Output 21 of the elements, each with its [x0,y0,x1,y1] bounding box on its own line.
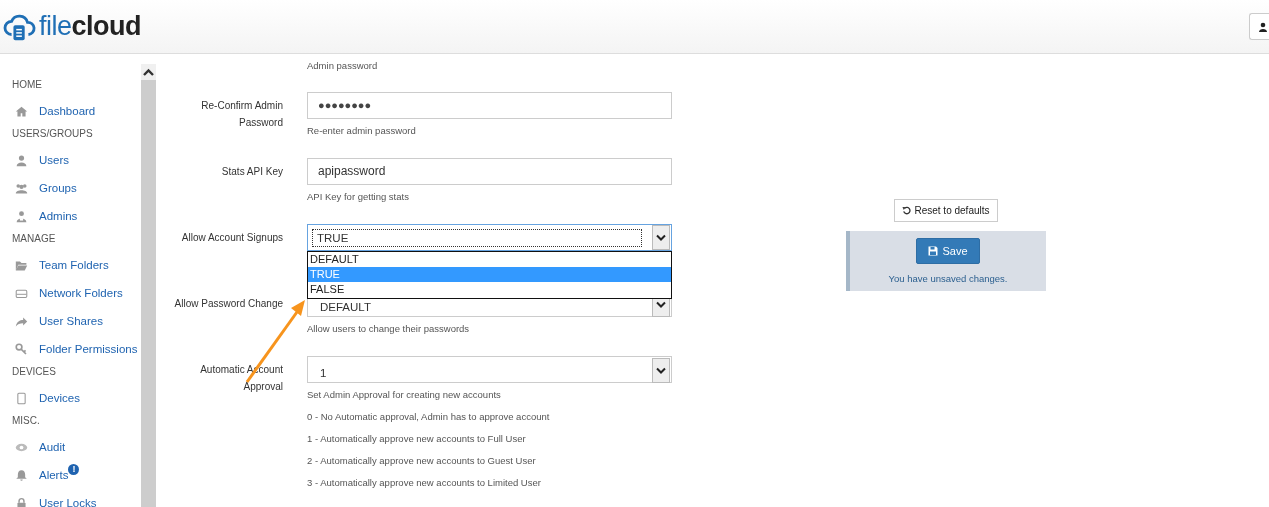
section-heading: MISC. [11,415,41,428]
field-note: 3 - Automatically approve new accounts to Limited User [307,477,542,489]
field-label: Allow Password Change [173,297,283,311]
status-message: You have unsaved changes. [888,273,1008,284]
section-heading: MANAGE [11,233,57,246]
field-label: Stats API Key [220,165,283,179]
section-heading: HOME [11,79,43,92]
field-note: 0 - No Automatic approval, Admin has to approve account [307,411,551,423]
alert-badge: ! [68,463,80,475]
field-hint: Admin password [307,60,379,72]
field-label: Allow Account Signups [180,231,283,245]
section-heading: USERS/GROUPS [11,128,94,141]
field-label: Re-Confirm Admin Password [200,99,283,130]
field-note: 1 - Automatically approve new accounts to Full User [307,433,527,445]
field-hint: Re-enter admin password [307,125,417,137]
field-note: 2 - Automatically approve new accounts to Guest User [307,455,537,467]
field-hint: API Key for getting stats [307,191,410,203]
logo-text: filecloud [39,11,141,42]
field-hint: Set Admin Approval for creating new accounts [307,389,502,401]
section-heading: DEVICES [11,366,57,379]
field-hint: Allow users to change their passwords [307,323,471,335]
